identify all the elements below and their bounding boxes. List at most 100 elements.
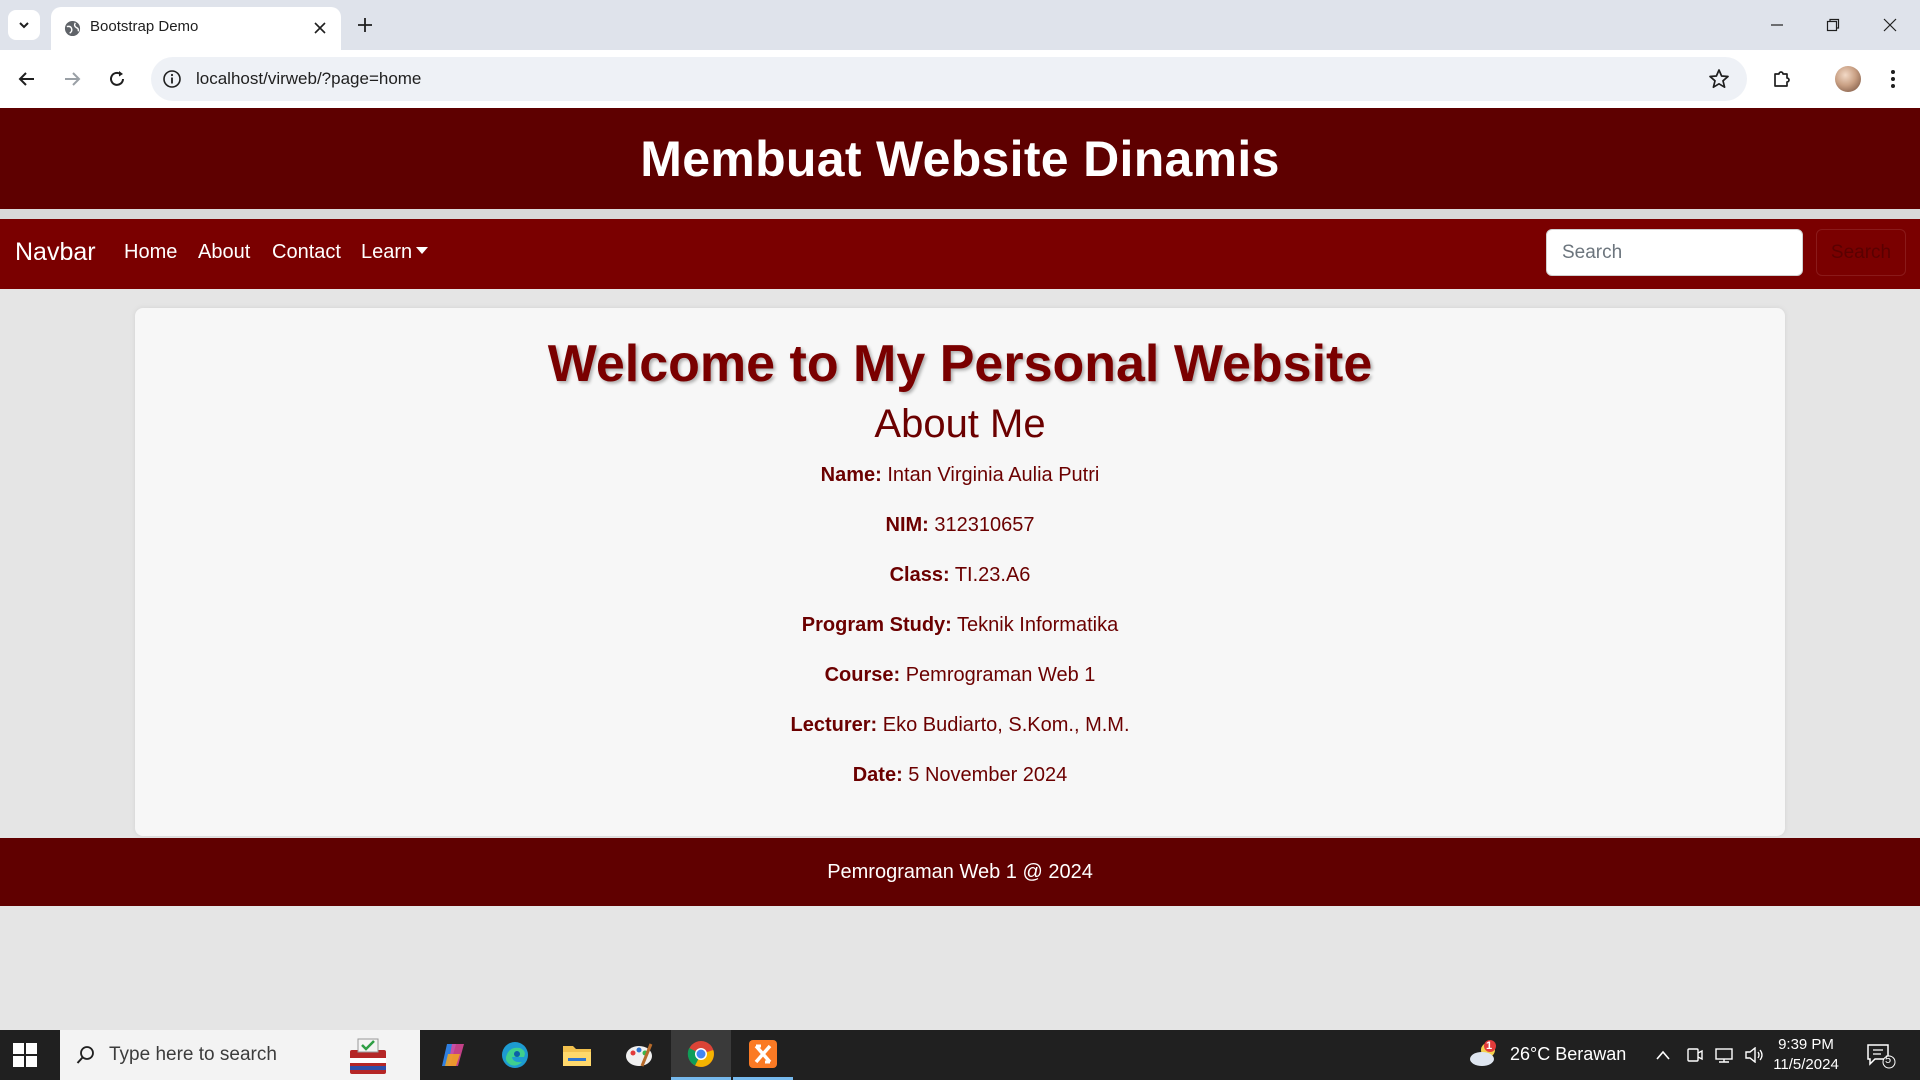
info-label: Lecturer: bbox=[790, 714, 878, 736]
close-icon bbox=[1883, 18, 1897, 32]
taskbar-edge[interactable] bbox=[485, 1030, 545, 1080]
tab-close-icon[interactable] bbox=[311, 19, 329, 37]
site-title: Membuat Website Dinamis bbox=[640, 130, 1280, 187]
taskbar-chrome[interactable] bbox=[671, 1030, 731, 1080]
info-value: 312310657 bbox=[934, 514, 1035, 536]
browser-menu-button[interactable] bbox=[1877, 63, 1909, 95]
content-card: Welcome to My Personal Website About Me … bbox=[135, 308, 1785, 836]
minimize-button[interactable] bbox=[1757, 10, 1797, 40]
weather-badge: 1 bbox=[1486, 1040, 1493, 1052]
show-hidden-icons-button[interactable] bbox=[1652, 1045, 1674, 1065]
weather-text[interactable]: 26°C Berawan bbox=[1510, 1044, 1626, 1065]
taskbar-clock[interactable]: 9:39 PM 11/5/2024 bbox=[1770, 1035, 1842, 1075]
network-icon bbox=[1715, 1048, 1733, 1063]
nav-link-home[interactable]: Home bbox=[124, 241, 177, 264]
nav-link-contact[interactable]: Contact bbox=[272, 241, 341, 264]
web-page: Membuat Website Dinamis Navbar Home Abou… bbox=[0, 108, 1920, 1030]
browser-tab-active[interactable]: Bootstrap Demo bbox=[51, 7, 341, 50]
header-divider bbox=[0, 209, 1920, 219]
globe-icon bbox=[64, 20, 81, 37]
plus-icon bbox=[358, 18, 372, 32]
tab-title: Bootstrap Demo bbox=[90, 18, 199, 35]
taskbar-paint[interactable] bbox=[609, 1030, 669, 1080]
navbar-brand[interactable]: Navbar bbox=[15, 238, 96, 267]
info-row-nim: NIM: 312310657 bbox=[135, 500, 1785, 550]
site-header: Membuat Website Dinamis bbox=[0, 108, 1920, 209]
search-icon bbox=[76, 1046, 94, 1064]
copilot-icon bbox=[442, 1044, 464, 1066]
speaker-icon bbox=[1745, 1047, 1763, 1063]
notification-count: 5 bbox=[1885, 1054, 1892, 1066]
info-value: Eko Budiarto, S.Kom., M.M. bbox=[882, 714, 1130, 736]
taskbar: Type here to search 1 26°C Berawan 9:39 … bbox=[0, 1030, 1920, 1080]
taskbar-copilot[interactable] bbox=[423, 1030, 483, 1080]
forward-button[interactable] bbox=[56, 63, 88, 95]
tab-search-button[interactable] bbox=[8, 10, 40, 40]
new-tab-button[interactable] bbox=[352, 12, 378, 38]
info-value: Intan Virginia Aulia Putri bbox=[887, 464, 1100, 486]
minimize-icon bbox=[1771, 24, 1783, 26]
weather-cloud-icon[interactable] bbox=[1468, 1040, 1500, 1070]
info-label: Class: bbox=[889, 564, 950, 586]
chevron-down-icon bbox=[19, 22, 29, 29]
nav-link-about[interactable]: About bbox=[198, 241, 250, 264]
navbar: Navbar Home About Contact Learn Search bbox=[0, 219, 1920, 289]
reload-button[interactable] bbox=[101, 63, 133, 95]
notification-center-button[interactable]: 5 bbox=[1866, 1042, 1896, 1070]
info-label: Name: bbox=[820, 464, 882, 486]
bookmark-star-icon[interactable] bbox=[1707, 67, 1731, 91]
welcome-heading: Welcome to My Personal Website bbox=[547, 335, 1373, 393]
taskbar-search-text: Type here to search bbox=[109, 1044, 277, 1065]
ballot-box-icon bbox=[350, 1038, 386, 1074]
reload-icon bbox=[110, 71, 124, 86]
info-value: 5 November 2024 bbox=[908, 764, 1068, 786]
edge-icon bbox=[502, 1042, 528, 1068]
url-text[interactable]: localhost/virweb/?page=home bbox=[196, 69, 421, 89]
search-button[interactable]: Search bbox=[1816, 229, 1906, 276]
clock-time: 9:39 PM bbox=[1778, 1036, 1834, 1053]
tray-meet-now[interactable] bbox=[1683, 1045, 1705, 1065]
site-info-icon[interactable] bbox=[162, 69, 182, 89]
chevron-up-icon bbox=[1656, 1050, 1670, 1060]
address-bar[interactable]: localhost/virweb/?page=home bbox=[151, 57, 1747, 101]
browser-tab-strip: Bootstrap Demo bbox=[0, 0, 1920, 50]
tray-volume[interactable] bbox=[1743, 1045, 1765, 1065]
info-row-course: Course: Pemrograman Web 1 bbox=[135, 650, 1785, 700]
extensions-button[interactable] bbox=[1766, 63, 1798, 95]
tray-network[interactable] bbox=[1713, 1045, 1735, 1065]
about-heading: About Me bbox=[874, 402, 1046, 446]
info-value: Teknik Informatika bbox=[957, 614, 1119, 636]
info-list: Name: Intan Virginia Aulia Putri NIM: 31… bbox=[135, 450, 1785, 800]
windows-start-icon[interactable] bbox=[12, 1042, 38, 1068]
footer-text: Pemrograman Web 1 @ 2024 bbox=[827, 860, 1093, 883]
close-window-button[interactable] bbox=[1870, 10, 1910, 40]
nav-dropdown-label: Learn bbox=[361, 241, 413, 263]
info-row-name: Name: Intan Virginia Aulia Putri bbox=[135, 450, 1785, 500]
info-row-date: Date: 5 November 2024 bbox=[135, 750, 1785, 800]
profile-avatar[interactable] bbox=[1835, 66, 1861, 92]
taskbar-file-explorer[interactable] bbox=[547, 1030, 607, 1080]
info-label: Course: bbox=[824, 664, 901, 686]
info-row-lecturer: Lecturer: Eko Budiarto, S.Kom., M.M. bbox=[135, 700, 1785, 750]
folder-icon bbox=[563, 1046, 591, 1066]
xampp-icon bbox=[749, 1039, 777, 1068]
puzzle-icon bbox=[1774, 71, 1790, 87]
restore-button[interactable] bbox=[1813, 10, 1853, 40]
info-label: NIM: bbox=[885, 514, 929, 536]
taskbar-search-box[interactable]: Type here to search bbox=[60, 1030, 420, 1080]
browser-toolbar: localhost/virweb/?page=home bbox=[0, 50, 1920, 108]
camera-icon bbox=[1687, 1048, 1703, 1062]
site-footer: Pemrograman Web 1 @ 2024 bbox=[0, 838, 1920, 906]
info-value: Pemrograman Web 1 bbox=[905, 664, 1096, 686]
taskbar-xampp[interactable] bbox=[733, 1030, 793, 1080]
nav-dropdown-learn[interactable]: Learn bbox=[361, 241, 429, 264]
info-label: Date: bbox=[852, 764, 903, 786]
arrow-left-icon bbox=[18, 72, 34, 86]
restore-icon bbox=[1826, 18, 1840, 32]
info-value: TI.23.A6 bbox=[954, 564, 1031, 586]
clock-date: 11/5/2024 bbox=[1773, 1056, 1839, 1073]
notification-icon bbox=[1867, 1044, 1896, 1069]
paint-icon bbox=[626, 1043, 653, 1067]
search-input[interactable] bbox=[1546, 229, 1803, 276]
back-button[interactable] bbox=[11, 63, 43, 95]
